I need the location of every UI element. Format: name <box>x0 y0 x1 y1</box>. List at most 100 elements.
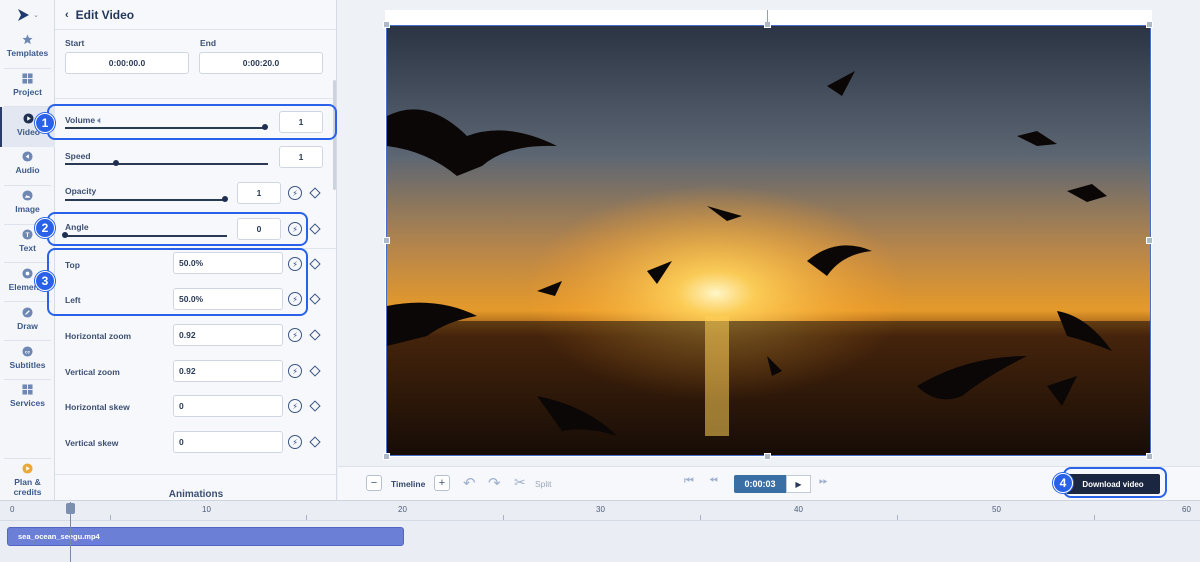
resize-handle[interactable] <box>383 453 390 460</box>
star-icon <box>22 34 33 45</box>
callout-box-angle <box>47 212 308 246</box>
vertical-skew-label: Vertical skew <box>65 438 119 448</box>
icon-sidebar: ⌄ Templates Project Video Audio Image T … <box>0 0 55 500</box>
sidebar-item-templates[interactable]: Templates <box>0 34 55 70</box>
lightning-icon[interactable]: ⚡︎ <box>288 186 302 200</box>
split-button[interactable]: Split <box>535 479 552 489</box>
divider <box>4 379 51 380</box>
tick-label: 60 <box>1182 505 1191 514</box>
video-preview[interactable] <box>386 25 1151 456</box>
keyframe-diamond-icon[interactable] <box>309 400 321 412</box>
play-circle-icon <box>23 113 34 124</box>
timeline-zoom-in-button[interactable]: + <box>434 475 450 491</box>
chevron-down-icon: ⌄ <box>33 12 39 19</box>
sidebar-item-audio[interactable]: Audio <box>0 151 55 187</box>
opacity-slider[interactable] <box>65 195 228 205</box>
sidebar-item-subtitles[interactable]: cc Subtitles <box>0 346 55 382</box>
slider-knob[interactable] <box>112 160 119 166</box>
svg-text:T: T <box>26 232 30 239</box>
callout-badge: 2 <box>35 218 55 238</box>
timeline-ruler[interactable]: 0 10 20 30 40 50 60 <box>0 501 1200 521</box>
rewind-icon[interactable]: ⏪︎ <box>709 475 718 488</box>
grid-icon <box>22 73 33 84</box>
play-button[interactable]: ▶ <box>786 475 811 493</box>
keyframe-diamond-icon[interactable] <box>309 187 321 199</box>
elements-icon <box>22 268 33 279</box>
text-icon: T <box>22 229 33 240</box>
lightning-icon[interactable]: ⚡︎ <box>288 328 302 342</box>
divider <box>4 68 51 69</box>
callout-badge: 4 <box>1053 473 1073 493</box>
vertical-zoom-input[interactable]: 0.92 <box>173 360 283 382</box>
sidebar-item-plan[interactable]: Plan & credits <box>0 463 55 497</box>
resize-handle[interactable] <box>764 21 771 28</box>
divider <box>55 98 336 99</box>
clip-name: sea_ocean_seegu.mp4 <box>18 532 100 541</box>
current-time-display: 0:00:03 <box>734 475 786 493</box>
undo-icon[interactable]: ↶ <box>463 474 476 492</box>
callout-box-download <box>1063 467 1167 498</box>
tick-mark <box>1094 515 1095 520</box>
end-time-input[interactable]: 0:00:20.0 <box>199 52 323 74</box>
sidebar-item-draw[interactable]: Draw <box>0 307 55 343</box>
callout-badge: 3 <box>35 271 55 291</box>
keyframe-diamond-icon[interactable] <box>309 293 321 305</box>
end-label: End <box>200 38 217 48</box>
back-chevron-icon[interactable]: ‹ <box>65 9 69 21</box>
divider <box>55 474 336 475</box>
slider-knob[interactable] <box>222 196 228 202</box>
lightning-icon[interactable]: ⚡︎ <box>288 435 302 449</box>
tick-label: 30 <box>596 505 605 514</box>
resize-handle[interactable] <box>383 21 390 28</box>
resize-handle[interactable] <box>1146 453 1153 460</box>
skip-start-icon[interactable]: ⏮︎ <box>684 475 694 488</box>
lightning-icon[interactable]: ⚡︎ <box>288 399 302 413</box>
speed-slider[interactable] <box>65 159 268 169</box>
sidebar-item-label: Image <box>15 204 40 214</box>
services-icon <box>22 384 33 395</box>
redo-icon[interactable]: ↷ <box>488 474 501 492</box>
resize-handle[interactable] <box>1146 21 1153 28</box>
start-label: Start <box>65 38 85 48</box>
keyframe-diamond-icon[interactable] <box>309 329 321 341</box>
lightning-icon[interactable]: ⚡︎ <box>288 364 302 378</box>
vertical-zoom-label: Vertical zoom <box>65 367 120 377</box>
fast-forward-icon[interactable]: ⏩︎ <box>819 475 828 488</box>
tick-mark <box>897 515 898 520</box>
tick-mark <box>503 515 504 520</box>
keyframe-diamond-icon[interactable] <box>309 436 321 448</box>
keyframe-diamond-icon[interactable] <box>309 258 321 270</box>
sidebar-item-services[interactable]: Services <box>0 384 55 420</box>
sidebar-item-label: Audio <box>15 165 40 175</box>
resize-handle[interactable] <box>383 237 390 244</box>
logo[interactable]: ⌄ <box>0 0 55 30</box>
horizontal-skew-input[interactable]: 0 <box>173 395 283 417</box>
keyframe-diamond-icon[interactable] <box>309 223 321 235</box>
divider <box>4 340 51 341</box>
scissors-icon[interactable]: ✂︎ <box>514 474 526 491</box>
keyframe-diamond-icon[interactable] <box>309 365 321 377</box>
divider <box>4 262 51 263</box>
sidebar-item-label: Templates <box>6 48 49 58</box>
tick-label: 10 <box>202 505 211 514</box>
resize-handle[interactable] <box>1146 237 1153 244</box>
timeline-zoom-out-button[interactable]: − <box>366 475 382 491</box>
tick-label: 50 <box>992 505 1001 514</box>
svg-text:cc: cc <box>25 349 31 354</box>
resize-handle[interactable] <box>764 453 771 460</box>
sidebar-item-project[interactable]: Project <box>0 73 55 109</box>
speed-input[interactable]: 1 <box>279 146 323 168</box>
opacity-input[interactable]: 1 <box>237 182 281 204</box>
animations-section-title[interactable]: Animations <box>55 489 336 500</box>
tick-mark <box>306 515 307 520</box>
horizontal-zoom-input[interactable]: 0.92 <box>173 324 283 346</box>
playhead-handle[interactable] <box>66 503 75 514</box>
tick-mark <box>700 515 701 520</box>
vertical-skew-input[interactable]: 0 <box>173 431 283 453</box>
cc-icon: cc <box>22 346 33 357</box>
horizontal-zoom-label: Horizontal zoom <box>65 331 132 341</box>
video-clip[interactable]: sea_ocean_seegu.mp4 <box>7 527 404 546</box>
callout-badge: 1 <box>35 113 55 133</box>
sidebar-item-label: Plan & credits <box>13 477 42 497</box>
start-time-input[interactable]: 0:00:00.0 <box>65 52 189 74</box>
